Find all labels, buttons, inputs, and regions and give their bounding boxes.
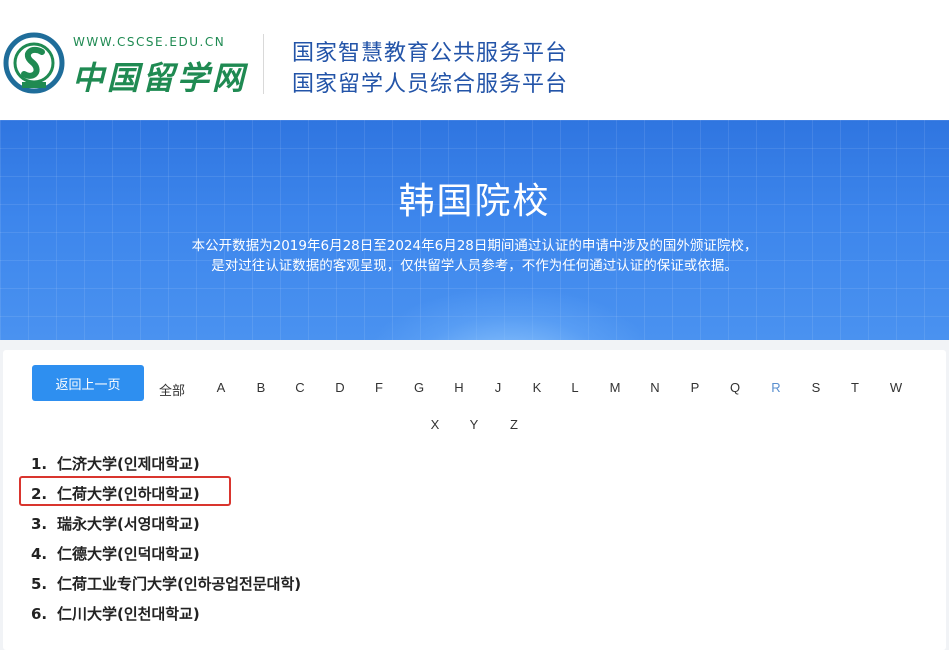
school-item[interactable]: 5. 仁荷工业专门大学(인하공업전문대학): [31, 573, 301, 594]
filter-letter-b[interactable]: B: [257, 380, 266, 395]
school-name: 仁德大学(인덕대학교): [57, 545, 200, 563]
filter-letter-j[interactable]: J: [495, 380, 502, 395]
filter-letter-m[interactable]: M: [610, 380, 621, 395]
filter-all[interactable]: 全部: [159, 380, 185, 399]
school-item[interactable]: 6. 仁川大学(인천대학교): [31, 603, 200, 624]
filter-letter-z[interactable]: Z: [510, 417, 518, 432]
school-number: 1.: [31, 455, 48, 473]
highlight-annotation-box: [19, 476, 231, 506]
filter-letter-n[interactable]: N: [650, 380, 659, 395]
filter-letter-f[interactable]: F: [375, 380, 383, 395]
filter-letter-c[interactable]: C: [295, 380, 304, 395]
page-title: 韩国院校: [398, 181, 551, 222]
logo-url-text: WWW.CSCSE.EDU.CN: [73, 35, 226, 49]
filter-letter-h[interactable]: H: [454, 380, 463, 395]
school-item[interactable]: 4. 仁德大学(인덕대학교): [31, 543, 200, 564]
filter-letter-a[interactable]: A: [217, 380, 226, 395]
filter-letter-q[interactable]: Q: [730, 380, 740, 395]
back-button[interactable]: 返回上一页: [32, 365, 144, 401]
platform-title-2[interactable]: 国家留学人员综合服务平台: [292, 66, 568, 98]
filter-letter-t[interactable]: T: [851, 380, 859, 395]
banner-description-line-2: 是对过往认证数据的客观呈现，仅供留学人员参考，不作为任何通过认证的保证或依据。: [211, 258, 738, 274]
platform-title-1[interactable]: 国家智慧教育公共服务平台: [292, 35, 568, 67]
filter-letter-g[interactable]: G: [414, 380, 424, 395]
filter-letter-l[interactable]: L: [571, 380, 578, 395]
banner-description-line-1: 本公开数据为2019年6月28日至2024年6月28日期间通过认证的申请中涉及的…: [191, 238, 758, 254]
filter-letter-k[interactable]: K: [533, 380, 542, 395]
school-name: 瑞永大学(서영대학교): [57, 515, 200, 533]
filter-letter-w[interactable]: W: [890, 380, 902, 395]
school-number: 4.: [31, 545, 48, 563]
filter-letter-s[interactable]: S: [812, 380, 821, 395]
logo-name: 中国留学网: [72, 59, 248, 97]
school-item[interactable]: 1. 仁济大学(인제대학교): [31, 453, 200, 474]
filter-letter-d[interactable]: D: [335, 380, 344, 395]
banner-glow: [360, 285, 660, 340]
school-number: 3.: [31, 515, 48, 533]
school-name: 仁荷工业专门大学(인하공업전문대학): [57, 575, 302, 593]
school-name: 仁济大学(인제대학교): [57, 455, 200, 473]
school-item[interactable]: 3. 瑞永大学(서영대학교): [31, 513, 200, 534]
filter-letter-r[interactable]: R: [771, 380, 780, 395]
school-name: 仁川大学(인천대학교): [57, 605, 200, 623]
filter-letter-p[interactable]: P: [691, 380, 700, 395]
school-number: 6.: [31, 605, 48, 623]
filter-letter-y[interactable]: Y: [470, 417, 479, 432]
school-list-card: 返回上一页 全部 A B C D F G H J K L M N P Q R S…: [3, 350, 946, 650]
hero-banner: 韩国院校 本公开数据为2019年6月28日至2024年6月28日期间通过认证的申…: [0, 120, 949, 340]
cscse-logo-icon[interactable]: [2, 30, 66, 96]
header-divider: [263, 34, 264, 94]
site-header: WWW.CSCSE.EDU.CN 中国留学网 国家智慧教育公共服务平台 国家留学…: [0, 0, 949, 120]
filter-letter-x[interactable]: X: [431, 417, 440, 432]
school-number: 5.: [31, 575, 48, 593]
